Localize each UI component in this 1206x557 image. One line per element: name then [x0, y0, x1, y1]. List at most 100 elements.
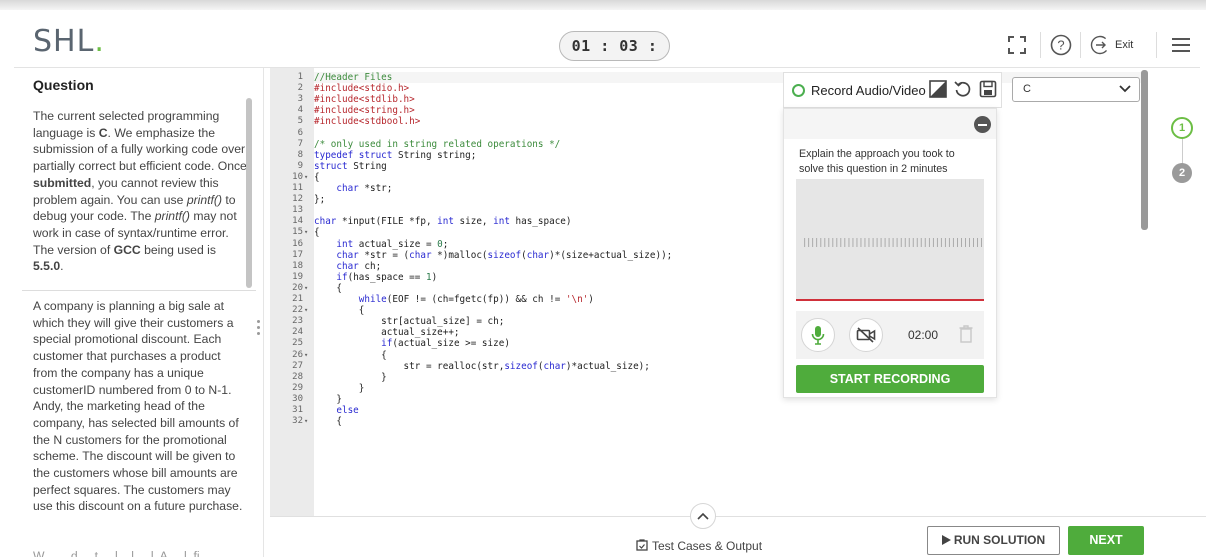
line-number: 3 — [297, 94, 303, 105]
fold-arrow-icon[interactable]: ▾ — [304, 227, 308, 238]
recording-panel: Explain the approach you took to solve t… — [783, 108, 997, 398]
code-line[interactable]: 11 char *str; — [270, 183, 1145, 194]
code-line[interactable]: 13 — [270, 205, 1145, 216]
language-select-value: C — [1023, 83, 1031, 95]
code-line[interactable]: 30 } — [270, 394, 1145, 405]
app-window: SHL. 01 : 03 : 30 ? Exit Question The cu… — [0, 0, 1206, 557]
countdown-timer: 01 : 03 : 30 — [559, 31, 670, 83]
play-icon — [941, 535, 951, 545]
minimize-icon[interactable] — [974, 116, 991, 133]
editor-scrollbar[interactable] — [1141, 70, 1148, 230]
fullscreen-icon[interactable] — [1004, 32, 1030, 58]
code-line[interactable]: 18 char ch; — [270, 261, 1145, 272]
code-line[interactable]: 14 char *input(FILE *fp, int size, int ha… — [270, 216, 1145, 227]
language-select[interactable]: C — [1012, 77, 1140, 102]
code-line[interactable]: 21 while(EOF != (ch=fgetc(fp)) && ch != … — [270, 294, 1145, 305]
line-number: 32 — [292, 416, 303, 427]
line-number: 4 — [297, 105, 303, 116]
code-line[interactable]: 10 ▾ { — [270, 172, 1145, 183]
next-button[interactable]: NEXT — [1068, 526, 1144, 555]
run-solution-label: RUN SOLUTION — [953, 533, 1046, 547]
code-line[interactable]: 8 typedef struct String string; — [270, 150, 1145, 161]
panel-resize-handle[interactable] — [256, 320, 262, 342]
camera-off-button[interactable] — [849, 318, 883, 352]
code-text: if(actual_size >= size) — [381, 338, 510, 350]
record-title: Record Audio/Video — [811, 82, 926, 98]
line-number: 26 — [292, 349, 303, 360]
record-status-icon — [792, 83, 805, 97]
expand-output-button[interactable] — [690, 503, 716, 529]
chevron-up-icon — [697, 512, 709, 520]
run-solution-button[interactable]: RUN SOLUTION — [927, 526, 1060, 555]
save-icon[interactable] — [979, 80, 997, 98]
intro-printf: printf() — [154, 209, 190, 224]
fold-arrow-icon[interactable]: ▾ — [304, 283, 308, 294]
clipboard-icon — [636, 539, 648, 551]
code-line[interactable]: 31 else — [270, 405, 1145, 416]
question-scrollbar[interactable] — [246, 98, 252, 288]
code-text: #include<stdbool.h> — [314, 116, 421, 128]
code-line[interactable]: 12}; — [270, 194, 1145, 205]
window-top-edge — [0, 0, 1206, 10]
audio-level-meter: ||||||||||||||||||||||||||||||||||||||||… — [802, 238, 982, 248]
question-panel[interactable]: Question The current selected programmin… — [14, 68, 264, 557]
fold-arrow-icon[interactable]: ▾ — [304, 416, 308, 427]
test-cases-label: Test Cases & Output — [652, 539, 763, 553]
code-text: { — [314, 305, 365, 317]
test-cases-output-tab[interactable]: Test Cases & Output — [636, 539, 762, 553]
code-line[interactable]: 20 ▾ { — [270, 283, 1145, 294]
code-text: else — [336, 405, 359, 416]
line-number: 5 — [297, 116, 303, 127]
fold-arrow-icon[interactable]: ▾ — [304, 350, 308, 361]
code-line[interactable]: 26 ▾ { — [270, 350, 1145, 361]
delete-recording-icon[interactable] — [959, 325, 973, 343]
intro-text: being used is — [140, 242, 216, 257]
step-2-indicator[interactable]: 2 — [1172, 163, 1192, 183]
code-line[interactable]: 25 if(actual_size >= size) — [270, 338, 1145, 349]
question-title: Question — [33, 77, 94, 93]
line-number: 20 — [292, 282, 303, 293]
code-text: } — [314, 382, 365, 394]
code-line[interactable]: 32 ▾ { — [270, 416, 1145, 427]
code-line[interactable]: 24 actual_size++; — [270, 327, 1145, 338]
code-line[interactable]: 19 if(has_space == 1) — [270, 272, 1145, 283]
theme-toggle-icon[interactable] — [929, 80, 947, 98]
step-1-indicator[interactable]: 1 — [1171, 117, 1193, 139]
code-line[interactable]: 7 /* only used in string related operatio… — [270, 139, 1145, 150]
line-number: 31 — [292, 405, 303, 415]
question-body-cutoff: W... ... d ... t ... l... l ... l. A ...… — [33, 549, 210, 557]
recording-panel-header — [784, 109, 996, 139]
menu-icon[interactable] — [1170, 32, 1192, 58]
code-line[interactable]: 27 str = realloc(str,sizeof(char)*actual… — [270, 361, 1145, 372]
code-line[interactable]: 22 ▾ { — [270, 305, 1145, 316]
exit-button[interactable]: Exit — [1090, 32, 1150, 58]
code-line[interactable]: 17 char *str = (char *)malloc(sizeof(cha… — [270, 250, 1145, 261]
code-text: #include<string.h> — [314, 105, 415, 117]
code-line[interactable]: 29 } — [270, 383, 1145, 394]
start-recording-button[interactable]: START RECORDING — [796, 365, 984, 393]
line-number: 14 — [292, 216, 303, 227]
code-line[interactable]: 23 str[actual_size] = ch; — [270, 316, 1145, 327]
line-number: 29 — [292, 382, 303, 393]
fold-arrow-icon[interactable]: ▾ — [304, 305, 308, 316]
code-line[interactable]: 28 } — [270, 372, 1145, 383]
code-line[interactable]: 4 #include<string.h> — [270, 105, 1145, 116]
line-number: 28 — [292, 371, 303, 382]
microphone-button[interactable] — [801, 318, 835, 352]
help-icon[interactable]: ? — [1048, 32, 1074, 58]
fold-arrow-icon[interactable]: ▾ — [304, 172, 308, 183]
code-line[interactable]: 16 int actual_size = 0; — [270, 239, 1145, 250]
code-editor[interactable]: 1 //Header Files 2 #include<stdio.h> 3 #inclu… — [270, 68, 1145, 516]
line-number: 19 — [292, 271, 303, 282]
code-line[interactable]: 5 #include<stdbool.h> — [270, 116, 1145, 127]
code-line[interactable]: 15 ▾ { — [270, 227, 1145, 238]
code-text: /* only used in string related operation… — [314, 138, 561, 150]
code-line[interactable]: 9 struct String — [270, 161, 1145, 172]
code-text: #include<stdio.h> — [314, 83, 410, 95]
line-number: 17 — [292, 249, 303, 260]
code-text: } — [314, 393, 342, 405]
code-text: { — [314, 171, 320, 183]
reset-code-icon[interactable] — [954, 80, 972, 98]
code-text: int actual_size = 0; — [336, 238, 449, 250]
code-line[interactable]: 6 — [270, 128, 1145, 139]
